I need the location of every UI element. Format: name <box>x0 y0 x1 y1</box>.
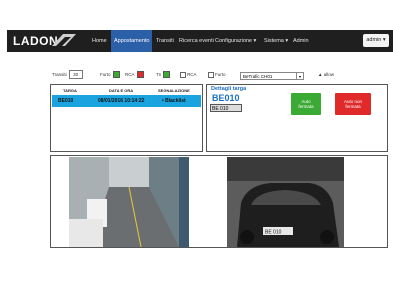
chevron-down-icon: ▾ <box>296 73 303 80</box>
furto-indicator[interactable] <box>112 71 120 79</box>
color-camera-image <box>69 157 189 247</box>
top-navbar: LADON Home Appostamento Transiti Ricerca… <box>7 30 393 52</box>
tn-control: Tn <box>156 70 171 80</box>
rca-indicator[interactable] <box>136 71 144 79</box>
rca-filter-label: RCA <box>187 72 197 77</box>
plate-details-panel: Dettagli targa BE010 BE 010 Auto fermata… <box>206 84 388 152</box>
header-segnalazione: SEGNALAZIONE <box>158 88 190 93</box>
rca-label: RCA <box>125 72 135 77</box>
cell-data: 08/01/2016 10:14:22 <box>98 98 145 104</box>
header-data-ora: DATA E ORA <box>109 88 134 93</box>
details-title: Dettagli targa <box>211 86 247 92</box>
auto-non-fermata-label: Auto non fermata <box>343 99 362 109</box>
rca-checkbox[interactable] <box>180 71 186 78</box>
plate-number: BE010 <box>212 93 240 103</box>
nav-transiti[interactable]: Transiti <box>156 30 174 52</box>
cell-segnalazione: • Blacklist <box>162 98 186 104</box>
nav-admin[interactable]: Admin <box>293 30 309 52</box>
camera-panel: BE 010 <box>50 155 388 248</box>
logo-mark-icon <box>52 34 76 46</box>
tn-label: Tn <box>156 72 162 77</box>
infrared-camera-image: BE 010 <box>227 157 344 247</box>
transiti-label: Transiti <box>52 72 67 77</box>
nav-appostamento[interactable]: Appostamento <box>111 30 153 52</box>
plate-image: BE 010 <box>210 104 242 112</box>
nav-ricerca-eventi[interactable]: Ricerca eventi <box>179 30 214 52</box>
nav-configurazione[interactable]: Configurazione ▾ <box>215 30 256 52</box>
furto-filter: Furto <box>208 70 226 80</box>
furto-filter-label: Furto <box>215 72 226 77</box>
furto-label: Furto <box>100 72 111 77</box>
rca-control: RCA <box>125 70 144 80</box>
auto-fermata-button[interactable]: Auto fermata <box>291 93 321 115</box>
camera-select-value: BeTrafic CH01 <box>243 74 273 79</box>
allow-link[interactable]: ▲ allow <box>318 70 334 80</box>
auto-non-fermata-button[interactable]: Auto non fermata <box>335 93 371 115</box>
nav-sistema[interactable]: Sistema ▾ <box>264 30 288 52</box>
transiti-input[interactable]: 30 <box>68 70 83 80</box>
header-targa: TARGA <box>63 88 77 93</box>
furto-checkbox[interactable] <box>208 71 214 78</box>
svg-text:BE 010: BE 010 <box>265 230 282 236</box>
transiti-control: Transiti 30 <box>52 70 83 80</box>
table-row[interactable]: BE010 08/01/2016 10:14:22 • Blacklist <box>52 95 201 107</box>
nav-home[interactable]: Home <box>92 30 107 52</box>
camera-select[interactable]: BeTrafic CH01 ▾ <box>240 72 304 80</box>
cell-targa: BE010 <box>58 98 74 104</box>
rca-filter: RCA <box>180 70 197 80</box>
transits-table: TARGA DATA E ORA SEGNALAZIONE BE010 08/0… <box>50 84 203 152</box>
furto-control: Furto <box>100 70 120 80</box>
auto-fermata-label: Auto fermata <box>298 99 314 109</box>
tn-indicator[interactable] <box>163 71 171 79</box>
user-menu-button[interactable]: admin ▾ <box>363 34 389 47</box>
